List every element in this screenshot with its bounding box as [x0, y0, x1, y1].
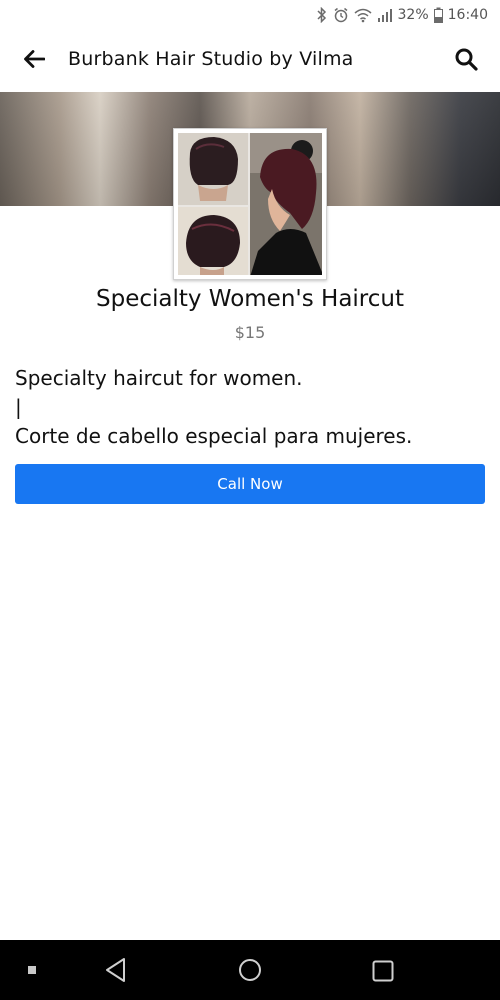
product-price: $15 [234, 323, 266, 342]
photo-side-view [250, 133, 322, 275]
product-description: Specialty haircut for women. | Corte de … [15, 364, 485, 451]
product-image[interactable] [173, 128, 327, 280]
description-line: Corte de cabello especial para mujeres. [15, 424, 413, 448]
call-now-button[interactable]: Call Now [15, 464, 485, 504]
menu-dot-icon[interactable] [28, 966, 36, 974]
haircut-collage [178, 133, 322, 275]
signal-icon [377, 7, 393, 23]
status-icons: 32% 16:40 [316, 4, 488, 26]
battery-percent: 32% [397, 7, 429, 23]
system-nav-bar [0, 940, 500, 1000]
search-icon [454, 47, 478, 75]
home-circle-icon[interactable] [238, 958, 262, 986]
description-line: Specialty haircut for women. [15, 366, 303, 390]
photo-back-view [178, 133, 248, 205]
search-button[interactable] [450, 45, 482, 77]
bluetooth-icon [316, 7, 328, 23]
back-triangle-icon[interactable] [104, 957, 128, 987]
clock: 16:40 [447, 7, 488, 23]
alarm-icon [333, 7, 349, 23]
recents-square-icon[interactable] [372, 960, 394, 986]
description-line: | [15, 395, 22, 419]
page-title: Burbank Hair Studio by Vilma [68, 48, 354, 70]
app-bar: Burbank Hair Studio by Vilma [0, 30, 500, 92]
product-title: Specialty Women's Haircut [96, 286, 404, 312]
arrow-left-icon [23, 50, 46, 72]
back-button[interactable] [18, 45, 50, 77]
wifi-icon [354, 7, 372, 23]
status-bar: 32% 16:40 [0, 0, 500, 30]
photo-top-view [178, 207, 248, 275]
battery-icon [433, 7, 443, 23]
